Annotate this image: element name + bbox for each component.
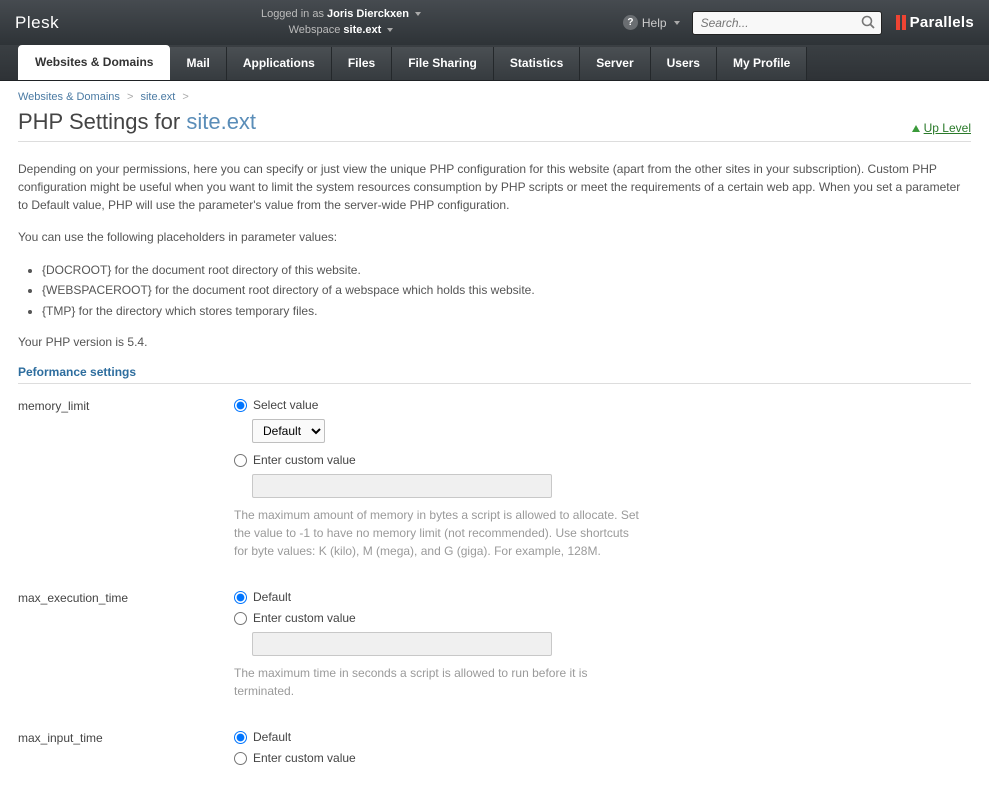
header-info: Logged in as Joris Dierckxen Webspace si… xyxy=(59,7,623,38)
page-title: PHP Settings for site.ext xyxy=(18,109,256,135)
breadcrumb-separator: > xyxy=(182,91,188,103)
setting-label: memory_limit xyxy=(18,398,234,560)
radio-custom-value[interactable]: Enter custom value xyxy=(234,611,674,625)
list-item: {TMP} for the directory which stores tem… xyxy=(42,301,971,321)
tab-statistics[interactable]: Statistics xyxy=(494,47,580,80)
tab-websites-domains[interactable]: Websites & Domains xyxy=(18,45,170,80)
breadcrumb-link[interactable]: site.ext xyxy=(140,91,175,103)
list-item: {WEBSPACEROOT} for the document root dir… xyxy=(42,280,971,300)
search-box xyxy=(692,11,882,35)
help-label: Help xyxy=(642,16,667,30)
tab-mail[interactable]: Mail xyxy=(170,47,226,80)
radio-label: Enter custom value xyxy=(253,453,356,467)
tab-server[interactable]: Server xyxy=(580,47,650,80)
radio-input[interactable] xyxy=(234,752,247,765)
setting-body: Default Enter custom value xyxy=(234,730,674,772)
parallels-bars-icon xyxy=(896,15,906,30)
radio-label: Default xyxy=(253,590,291,604)
help-menu[interactable]: ? Help xyxy=(623,15,680,30)
radio-input[interactable] xyxy=(234,399,247,412)
brand-logo: Plesk xyxy=(15,13,59,33)
radio-default[interactable]: Default xyxy=(234,730,674,744)
radio-select-value[interactable]: Select value xyxy=(234,398,674,412)
setting-body: Select value Default Enter custom value … xyxy=(234,398,674,560)
logged-in-user: Joris Dierckxen xyxy=(327,8,409,20)
breadcrumb-separator: > xyxy=(127,91,133,103)
radio-input[interactable] xyxy=(234,454,247,467)
custom-input-wrap xyxy=(252,632,674,656)
logged-in-line[interactable]: Logged in as Joris Dierckxen xyxy=(59,7,623,22)
search-icon[interactable] xyxy=(861,15,876,30)
setting-hint: The maximum amount of memory in bytes a … xyxy=(234,506,644,560)
content-area: Websites & Domains > site.ext > PHP Sett… xyxy=(0,81,989,802)
setting-label: max_input_time xyxy=(18,730,234,772)
radio-input[interactable] xyxy=(234,591,247,604)
search-input[interactable] xyxy=(692,11,882,35)
up-level-label: Up Level xyxy=(924,121,971,135)
up-level-link[interactable]: Up Level xyxy=(912,121,971,135)
chevron-down-icon xyxy=(415,12,421,16)
webspace-value: site.ext xyxy=(343,24,381,36)
page-title-ext: site.ext xyxy=(186,109,256,134)
parallels-text: Parallels xyxy=(910,14,974,31)
setting-label: max_execution_time xyxy=(18,590,234,700)
webspace-label: Webspace xyxy=(289,24,341,36)
top-bar: Plesk Logged in as Joris Dierckxen Websp… xyxy=(0,0,989,45)
value-select[interactable]: Default xyxy=(252,419,325,443)
radio-label: Enter custom value xyxy=(253,751,356,765)
setting-max-execution-time: max_execution_time Default Enter custom … xyxy=(18,590,971,700)
page-description: Depending on your permissions, here you … xyxy=(18,160,971,214)
placeholders-list: {DOCROOT} for the document root director… xyxy=(42,260,971,321)
radio-label: Select value xyxy=(253,398,318,412)
chevron-down-icon xyxy=(674,21,680,25)
logged-in-label: Logged in as xyxy=(261,8,324,20)
radio-input[interactable] xyxy=(234,731,247,744)
radio-custom-value[interactable]: Enter custom value xyxy=(234,751,674,765)
custom-value-input[interactable] xyxy=(252,632,552,656)
setting-memory-limit: memory_limit Select value Default Enter … xyxy=(18,398,971,560)
list-item: {DOCROOT} for the document root director… xyxy=(42,260,971,280)
page-header: PHP Settings for site.ext Up Level xyxy=(18,109,971,142)
page-title-prefix: PHP Settings for xyxy=(18,109,186,134)
custom-value-input[interactable] xyxy=(252,474,552,498)
section-title: Peformance settings xyxy=(18,365,971,384)
parallels-logo: Parallels xyxy=(896,14,974,31)
tab-my-profile[interactable]: My Profile xyxy=(717,47,807,80)
radio-label: Default xyxy=(253,730,291,744)
tab-users[interactable]: Users xyxy=(651,47,717,80)
tab-applications[interactable]: Applications xyxy=(227,47,332,80)
chevron-down-icon xyxy=(387,28,393,32)
select-wrap: Default xyxy=(252,419,674,443)
radio-label: Enter custom value xyxy=(253,611,356,625)
custom-input-wrap xyxy=(252,474,674,498)
webspace-line[interactable]: Webspace site.ext xyxy=(59,23,623,38)
radio-input[interactable] xyxy=(234,612,247,625)
setting-max-input-time: max_input_time Default Enter custom valu… xyxy=(18,730,971,772)
radio-default[interactable]: Default xyxy=(234,590,674,604)
placeholders-intro: You can use the following placeholders i… xyxy=(18,228,971,246)
tab-files[interactable]: Files xyxy=(332,47,392,80)
arrow-up-icon xyxy=(912,125,920,132)
breadcrumb: Websites & Domains > site.ext > xyxy=(18,91,971,103)
main-nav: Websites & DomainsMailApplicationsFilesF… xyxy=(0,45,989,81)
radio-custom-value[interactable]: Enter custom value xyxy=(234,453,674,467)
tab-file-sharing[interactable]: File Sharing xyxy=(392,47,494,80)
help-icon: ? xyxy=(623,15,638,30)
breadcrumb-link[interactable]: Websites & Domains xyxy=(18,91,120,103)
setting-body: Default Enter custom value The maximum t… xyxy=(234,590,674,700)
php-version-text: Your PHP version is 5.4. xyxy=(18,335,971,349)
setting-hint: The maximum time in seconds a script is … xyxy=(234,664,644,700)
